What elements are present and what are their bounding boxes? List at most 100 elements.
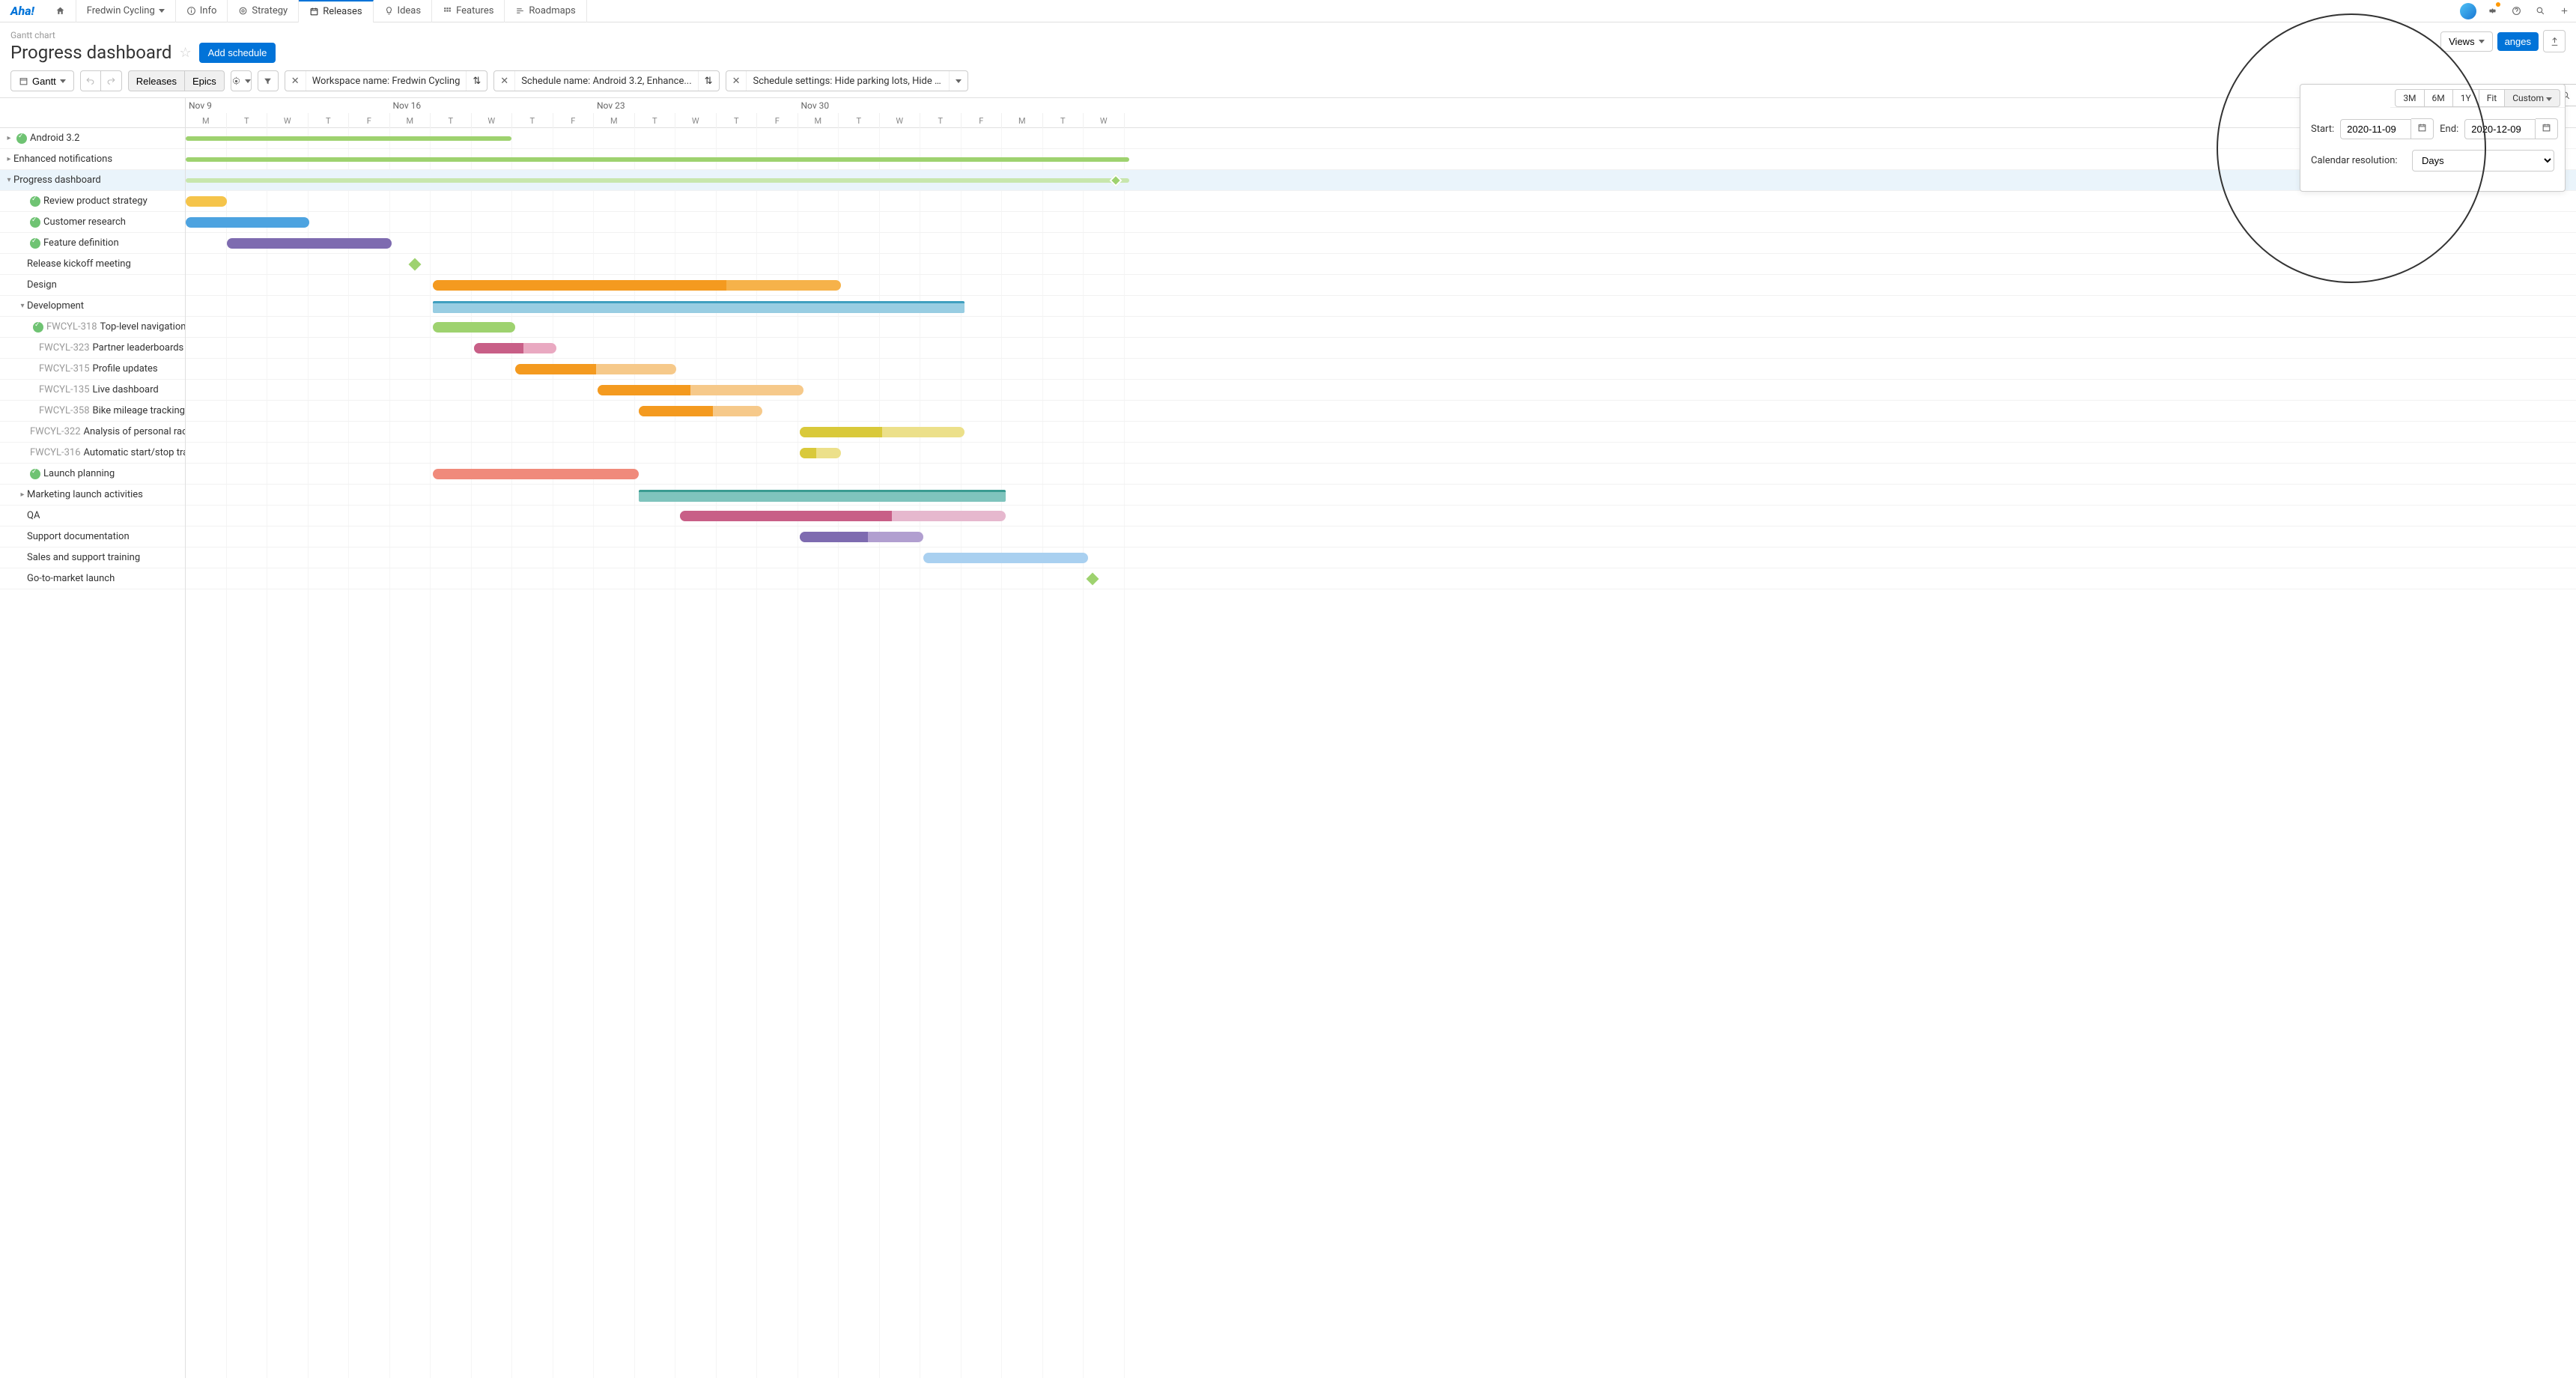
gantt-row[interactable]	[186, 149, 2576, 170]
filter-schedule-settings[interactable]: ✕Schedule settings: Hide parking lots, H…	[726, 70, 969, 91]
gantt-bar[interactable]	[639, 406, 762, 416]
task-row[interactable]: Go-to-market launch	[0, 568, 185, 589]
gantt-row[interactable]	[186, 338, 2576, 359]
gantt-bar[interactable]	[433, 301, 965, 313]
task-row[interactable]: FWCYL-316Automatic start/stop tracking	[0, 443, 185, 464]
gantt-row[interactable]	[186, 401, 2576, 422]
task-row[interactable]: FWCYL-318Top-level navigation redesi...	[0, 317, 185, 338]
timeline[interactable]: Nov 9Nov 16Nov 23Nov 30 MTWTFMTWTFMTWTFM…	[186, 98, 2576, 1378]
gantt-row[interactable]	[186, 380, 2576, 401]
nav-features[interactable]: Features	[432, 0, 505, 22]
gantt-row[interactable]	[186, 317, 2576, 338]
nav-releases[interactable]: Releases	[299, 0, 373, 22]
search-button[interactable]	[2528, 0, 2552, 22]
close-icon[interactable]: ✕	[726, 71, 747, 91]
views-dropdown[interactable]: Views	[2440, 31, 2492, 52]
gantt-bar[interactable]	[800, 532, 923, 542]
gantt-bar[interactable]	[433, 322, 515, 333]
zoom-fit[interactable]: Fit	[2479, 89, 2505, 107]
nav-strategy[interactable]: Strategy	[228, 0, 299, 22]
gantt-bar[interactable]	[227, 238, 392, 249]
nav-ideas[interactable]: Ideas	[374, 0, 433, 22]
gantt-bar[interactable]	[433, 469, 639, 479]
filter-button[interactable]	[258, 70, 279, 91]
gantt-row[interactable]	[186, 254, 2576, 275]
settings-dropdown[interactable]	[231, 70, 252, 91]
zoom-1y[interactable]: 1Y	[2452, 89, 2479, 107]
task-row[interactable]: FWCYL-322Analysis of personal race goals	[0, 422, 185, 443]
avatar-button[interactable]	[2456, 0, 2480, 22]
task-row[interactable]: FWCYL-135Live dashboard	[0, 380, 185, 401]
gantt-row[interactable]	[186, 443, 2576, 464]
gantt-bar[interactable]	[800, 427, 965, 437]
view-type-dropdown[interactable]: Gantt	[10, 70, 74, 91]
help-button[interactable]	[2504, 0, 2528, 22]
add-button[interactable]	[2552, 0, 2576, 22]
milestone-marker[interactable]	[409, 258, 422, 271]
task-row[interactable]: ▾Development	[0, 296, 185, 317]
gantt-row[interactable]	[186, 128, 2576, 149]
gantt-bar[interactable]	[598, 385, 804, 395]
zoom-custom[interactable]: Custom	[2504, 89, 2560, 107]
undo-button[interactable]	[80, 70, 101, 91]
nav-roadmaps[interactable]: Roadmaps	[505, 0, 586, 22]
brand-logo[interactable]: Aha!	[0, 4, 45, 18]
filter-schedule-name[interactable]: ✕Schedule name: Android 3.2, Enhance...⇅	[493, 70, 719, 91]
task-row[interactable]: Customer research	[0, 212, 185, 233]
gantt-row[interactable]	[186, 275, 2576, 296]
nav-info[interactable]: Info	[176, 0, 228, 22]
gantt-row[interactable]	[186, 526, 2576, 547]
close-icon[interactable]: ✕	[285, 71, 306, 91]
resolution-select[interactable]: Days	[2412, 150, 2554, 172]
add-schedule-button[interactable]: Add schedule	[199, 43, 276, 63]
share-changes-button[interactable]: anges	[2497, 32, 2539, 51]
gantt-bar[interactable]	[515, 364, 676, 374]
task-row[interactable]: QA	[0, 506, 185, 526]
task-row[interactable]: FWCYL-358Bike mileage tracking	[0, 401, 185, 422]
gantt-bar[interactable]	[186, 136, 511, 141]
chip-epics[interactable]: Epics	[185, 70, 225, 91]
task-row[interactable]: Design	[0, 275, 185, 296]
gantt-bar[interactable]	[186, 178, 1129, 183]
zoom-3m[interactable]: 3M	[2395, 89, 2424, 107]
home-nav[interactable]	[45, 0, 76, 22]
gantt-bar[interactable]	[186, 217, 309, 228]
task-row[interactable]: ▸Android 3.2	[0, 128, 185, 149]
task-row[interactable]: FWCYL-315Profile updates	[0, 359, 185, 380]
task-row[interactable]: Feature definition	[0, 233, 185, 254]
gantt-row[interactable]	[186, 359, 2576, 380]
gantt-row[interactable]	[186, 485, 2576, 506]
task-row[interactable]: Release kickoff meeting	[0, 254, 185, 275]
gantt-row[interactable]	[186, 568, 2576, 589]
gantt-bar[interactable]	[923, 553, 1088, 563]
gantt-row[interactable]	[186, 547, 2576, 568]
workspace-selector[interactable]: Fredwin Cycling	[76, 0, 176, 22]
gantt-bar[interactable]	[639, 490, 1006, 502]
gantt-bar[interactable]	[474, 343, 556, 353]
favorite-star-icon[interactable]: ☆	[179, 45, 191, 61]
gantt-bar[interactable]	[433, 280, 841, 291]
task-row[interactable]: ▸Marketing launch activities	[0, 485, 185, 506]
gantt-row[interactable]	[186, 464, 2576, 485]
end-date-input[interactable]	[2464, 119, 2536, 139]
task-row[interactable]: Review product strategy	[0, 191, 185, 212]
gantt-row[interactable]	[186, 212, 2576, 233]
end-date-picker[interactable]	[2536, 118, 2558, 139]
gantt-bar[interactable]	[680, 511, 1006, 521]
gantt-row[interactable]	[186, 191, 2576, 212]
milestone-marker[interactable]	[1087, 573, 1099, 586]
chip-releases[interactable]: Releases	[128, 70, 185, 91]
task-row[interactable]: Launch planning	[0, 464, 185, 485]
task-row[interactable]: ▾Progress dashboard	[0, 170, 185, 191]
zoom-6m[interactable]: 6M	[2424, 89, 2453, 107]
task-row[interactable]: FWCYL-323Partner leaderboards	[0, 338, 185, 359]
share-button[interactable]	[2543, 30, 2566, 52]
redo-button[interactable]	[101, 70, 122, 91]
task-row[interactable]: Sales and support training	[0, 547, 185, 568]
close-icon[interactable]: ✕	[494, 71, 515, 91]
start-date-input[interactable]	[2340, 119, 2411, 139]
gantt-bar[interactable]	[186, 157, 1129, 162]
gantt-row[interactable]	[186, 233, 2576, 254]
gantt-row[interactable]	[186, 170, 2576, 191]
gantt-row[interactable]	[186, 506, 2576, 526]
